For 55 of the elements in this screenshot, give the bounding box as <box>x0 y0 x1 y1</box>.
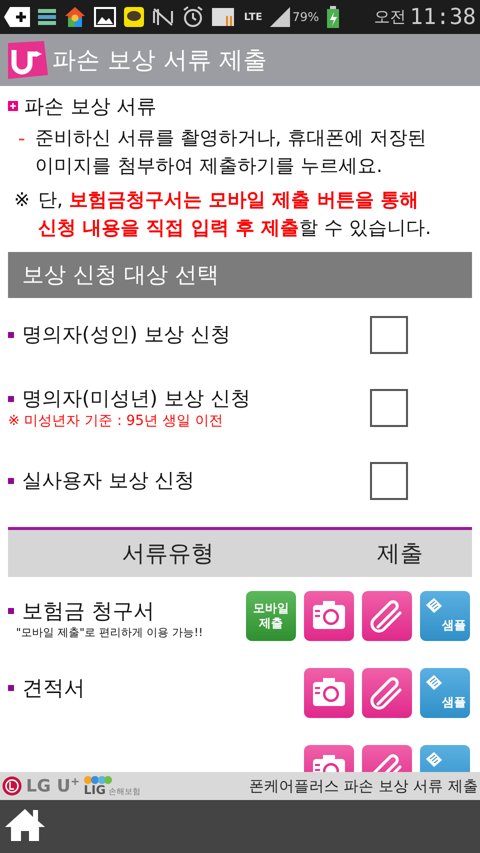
sample-button[interactable]: 샘플 <box>420 668 470 718</box>
checkbox[interactable] <box>370 316 408 354</box>
note-text: 단, 보험금청구서는 모바일 제출 버튼을 통해 신청 내용을 직접 입력 후 제출할 수 있습니다. <box>38 188 432 241</box>
am-pm: 오전 <box>374 6 406 28</box>
paperclip-icon <box>370 599 404 633</box>
checkbox[interactable] <box>370 462 408 500</box>
page-title: 파손 보상 서류 제출 <box>52 45 267 76</box>
bullet-icon <box>8 608 14 614</box>
signal-icon <box>270 7 290 27</box>
hint-text: "모바일 제출"로 편리하게 이용 가능!! <box>16 625 203 640</box>
home-settings-icon <box>64 6 86 28</box>
brand-name: LG U$^{+}$ <box>26 775 80 797</box>
partner-subtitle: 손해보험 <box>108 788 141 796</box>
plus-bullet-icon <box>8 101 18 111</box>
network-type: LTE <box>244 12 262 22</box>
option-label: 실사용자 보상 신청 <box>22 467 195 494</box>
mobile-submit-button[interactable]: 모바일 제출 <box>246 591 296 641</box>
attach-button[interactable] <box>362 668 412 718</box>
camera-icon <box>311 601 347 631</box>
bullet-icon <box>8 396 14 402</box>
checkbox[interactable] <box>370 388 408 426</box>
paperclip-icon <box>370 676 404 710</box>
dots-icon <box>84 776 112 784</box>
list-icon <box>38 8 56 26</box>
bullet-icon <box>8 685 14 691</box>
clock-time: 11:38 <box>410 4 476 30</box>
partner-name: LIG <box>84 784 106 796</box>
bullet-icon <box>8 478 14 484</box>
attach-button[interactable] <box>362 591 412 641</box>
column-header: 제출 <box>376 540 424 569</box>
option-note: ※ 미성년자 기준 : 95년 생일 이전 <box>8 412 224 430</box>
section-header: 보상 신청 대상 선택 <box>8 252 472 298</box>
document-type: 보험금 청구서 <box>22 598 155 625</box>
camera-button[interactable] <box>304 591 354 641</box>
dash-bullet: - <box>18 125 26 152</box>
option-label: 명의자(성인) 보상 신청 <box>22 321 230 348</box>
column-header: 서류유형 <box>121 540 215 569</box>
camera-button[interactable] <box>304 668 354 718</box>
camera-icon <box>311 678 347 708</box>
document-type: 견적서 <box>22 675 85 702</box>
battery-icon <box>327 6 340 28</box>
lg-logo-icon <box>2 776 22 796</box>
battery-percent: 79% <box>292 10 320 24</box>
bullet-icon <box>8 332 14 338</box>
note-mark: ※ <box>14 188 30 213</box>
option-label: 명의자(미성년) 보상 신청 <box>22 385 250 412</box>
chat-icon <box>124 7 144 27</box>
description-text: 준비하신 서류를 촬영하거나, 휴대폰에 저장된 이미지를 첨부하여 제출하기를 누르세요. <box>35 126 428 179</box>
alarm-icon <box>182 6 204 28</box>
home-icon[interactable] <box>4 808 46 842</box>
section-heading: 파손 보상 서류 <box>24 92 157 120</box>
image-icon <box>94 7 116 27</box>
sample-button[interactable]: 샘플 <box>420 591 470 641</box>
footer-caption: 폰케어플러스 파손 보상 서류 제출 <box>248 776 478 796</box>
add-icon <box>4 7 30 27</box>
